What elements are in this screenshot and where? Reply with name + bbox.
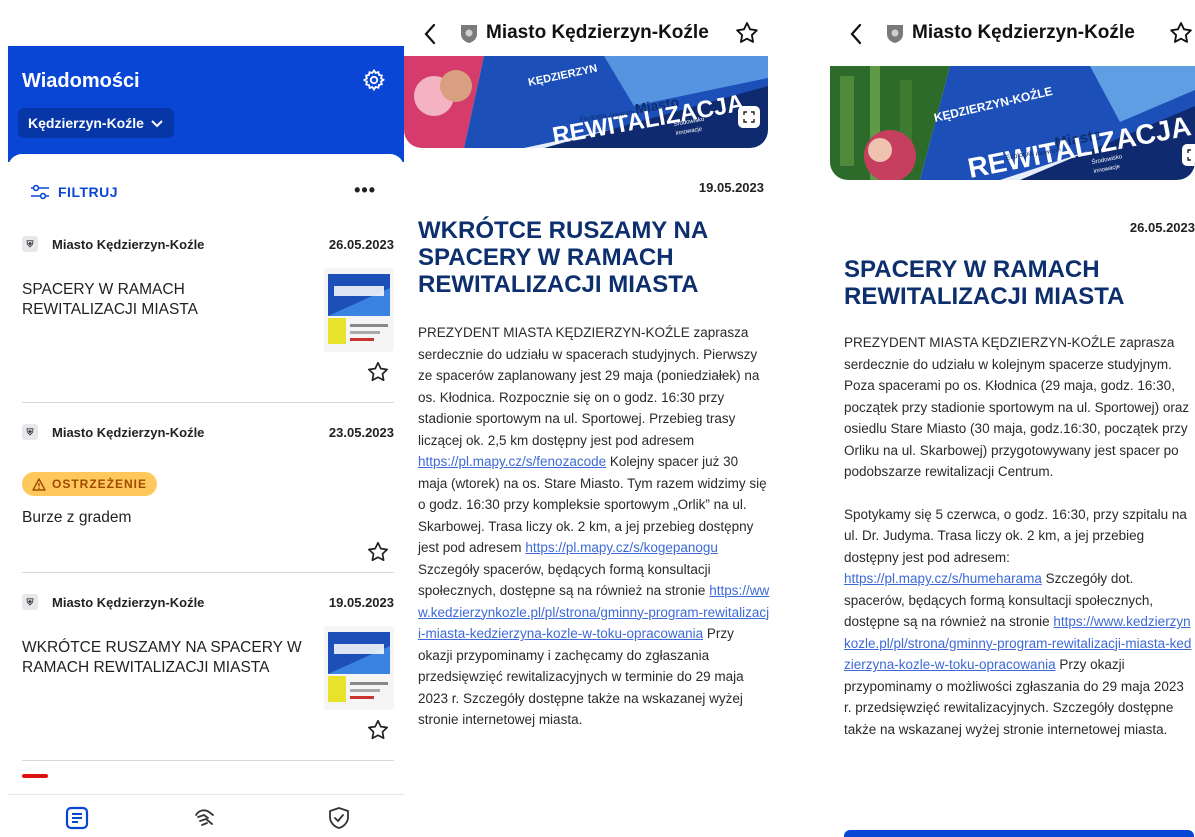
divider bbox=[22, 402, 394, 403]
app-title: Miasto Kędzierzyn-Koźle bbox=[486, 22, 709, 43]
article-banner-image: KĘDZIERZYN-KOŹLE Miasto REWITALIZACJA Ek… bbox=[830, 66, 1195, 180]
filter-button[interactable]: FILTRUJ bbox=[30, 184, 118, 200]
gear-icon[interactable] bbox=[362, 68, 386, 92]
article-paragraph: PREZYDENT MIASTA KĘDZIERZYN-KOŹLE zapras… bbox=[844, 335, 1190, 479]
favorite-star-icon[interactable] bbox=[1168, 20, 1194, 46]
article-body: PREZYDENT MIASTA KĘDZIERZYN-KOŹLE zapras… bbox=[418, 322, 770, 731]
article-date: 19.05.2023 bbox=[698, 180, 764, 195]
city-crest-icon bbox=[887, 25, 903, 43]
fullscreen-icon bbox=[1187, 149, 1195, 161]
more-options-button[interactable]: ••• bbox=[354, 180, 376, 201]
divider bbox=[22, 572, 394, 573]
fullscreen-icon bbox=[743, 111, 755, 123]
action-button-edge[interactable] bbox=[844, 830, 1194, 837]
divider bbox=[22, 760, 394, 761]
chevron-down-icon bbox=[151, 120, 163, 128]
news-title: WKRÓTCE RUSZAMY NA SPACERY W RAMACH REWI… bbox=[22, 639, 302, 676]
article-text: Przy okazji przypominamy i zachęcamy do … bbox=[418, 626, 744, 727]
warning-badge: OSTRZEŻENIE bbox=[22, 472, 158, 496]
city-crest-icon bbox=[461, 25, 477, 43]
news-source-row: ⛨ Miasto Kędzierzyn-Koźle 26.05.2023 bbox=[22, 234, 394, 254]
article-text: PREZYDENT MIASTA KĘDZIERZYN-KOŹLE zapras… bbox=[418, 325, 760, 448]
back-arrow-icon[interactable] bbox=[846, 20, 866, 48]
list-item[interactable]: ⛨ Miasto Kędzierzyn-Koźle 26.05.2023 SPA… bbox=[22, 234, 394, 394]
news-thumbnail bbox=[324, 626, 394, 710]
back-arrow-icon[interactable] bbox=[420, 20, 440, 48]
expand-image-button[interactable] bbox=[1182, 144, 1195, 166]
article-banner-image: KĘDZIERZYN Miasto REWITALIZACJA Ekologia… bbox=[404, 56, 768, 148]
article-screen: Miasto Kędzierzyn-Koźle KĘDZIERZYN Miast… bbox=[404, 0, 778, 837]
news-list: FILTRUJ ••• ⛨ Miasto Kędzierzyn-Koźle 26… bbox=[8, 154, 404, 794]
article-text: Szczegóły spacerów, będących formą konsu… bbox=[418, 561, 711, 599]
map-link[interactable]: https://pl.mapy.cz/s/humeharama bbox=[844, 571, 1042, 586]
news-source-row: ⛨ Miasto Kędzierzyn-Koźle 19.05.2023 bbox=[22, 592, 394, 612]
page-title: Wiadomości bbox=[22, 70, 140, 92]
news-source: Miasto Kędzierzyn-Koźle bbox=[52, 594, 205, 610]
news-date: 26.05.2023 bbox=[328, 236, 394, 252]
filter-sliders-icon bbox=[31, 184, 49, 200]
list-item[interactable]: ⛨ Miasto Kędzierzyn-Koźle 23.05.2023 OST… bbox=[22, 422, 394, 570]
news-date: 19.05.2023 bbox=[328, 594, 394, 610]
app-title: Miasto Kędzierzyn-Koźle bbox=[912, 22, 1135, 43]
city-crest-icon: ⛨ bbox=[22, 236, 38, 252]
article-title: SPACERY W RAMACH REWITALIZACJI MIASTA bbox=[844, 256, 1125, 310]
news-source: Miasto Kędzierzyn-Koźle bbox=[52, 424, 205, 440]
article-text: Spotykamy się 5 czerwca, o godz. 16:30, … bbox=[844, 506, 1187, 565]
favorite-star-icon[interactable] bbox=[366, 718, 390, 742]
map-link[interactable]: https://pl.mapy.cz/s/kogepanogu bbox=[525, 540, 718, 555]
article-title: WKRÓTCE RUSZAMY NA SPACERY W RAMACH REWI… bbox=[418, 217, 708, 298]
app-bar: Miasto Kędzierzyn-Koźle bbox=[404, 14, 778, 54]
shield-check-icon[interactable] bbox=[326, 805, 352, 831]
warning-badge-label: OSTRZEŻENIE bbox=[52, 477, 148, 491]
favorite-star-icon[interactable] bbox=[734, 20, 760, 46]
article-date: 26.05.2023 bbox=[1129, 220, 1195, 235]
list-indicator bbox=[22, 774, 48, 778]
news-source-row: ⛨ Miasto Kędzierzyn-Koźle 23.05.2023 bbox=[22, 422, 394, 442]
filter-label: FILTRUJ bbox=[58, 184, 119, 200]
news-source: Miasto Kędzierzyn-Koźle bbox=[52, 236, 205, 252]
hand-icon[interactable] bbox=[192, 805, 218, 831]
map-link[interactable]: https://pl.mapy.cz/s/fenozacode bbox=[418, 454, 606, 469]
warning-triangle-icon bbox=[32, 477, 46, 491]
news-thumbnail bbox=[324, 268, 394, 352]
article-body: PREZYDENT MIASTA KĘDZIERZYN-KOŹLE zapras… bbox=[844, 332, 1194, 740]
city-crest-icon: ⛨ bbox=[22, 594, 38, 610]
city-crest-icon: ⛨ bbox=[22, 424, 38, 440]
news-list-screen: Wiadomości Kędzierzyn-Koźle FILTRUJ ••• … bbox=[0, 0, 404, 837]
app-bar: Miasto Kędzierzyn-Koźle bbox=[820, 14, 1195, 54]
favorite-star-icon[interactable] bbox=[366, 540, 390, 564]
news-date: 23.05.2023 bbox=[328, 424, 394, 440]
news-title: SPACERY W RAMACH REWITALIZACJI MIASTA bbox=[22, 281, 198, 318]
news-icon[interactable] bbox=[64, 805, 90, 831]
favorite-star-icon[interactable] bbox=[366, 360, 390, 384]
news-title: Burze z gradem bbox=[22, 509, 132, 526]
list-item[interactable]: ⛨ Miasto Kędzierzyn-Koźle 19.05.2023 WKR… bbox=[22, 592, 394, 752]
bottom-navigation bbox=[8, 794, 404, 837]
article-screen: Miasto Kędzierzyn-Koźle KĘDZIERZYN-KOŹLE… bbox=[820, 0, 1195, 837]
expand-image-button[interactable] bbox=[738, 106, 760, 128]
news-header: Wiadomości Kędzierzyn-Koźle bbox=[8, 46, 404, 162]
city-selector[interactable]: Kędzierzyn-Koźle bbox=[18, 108, 174, 138]
city-selector-label: Kędzierzyn-Koźle bbox=[28, 115, 144, 131]
